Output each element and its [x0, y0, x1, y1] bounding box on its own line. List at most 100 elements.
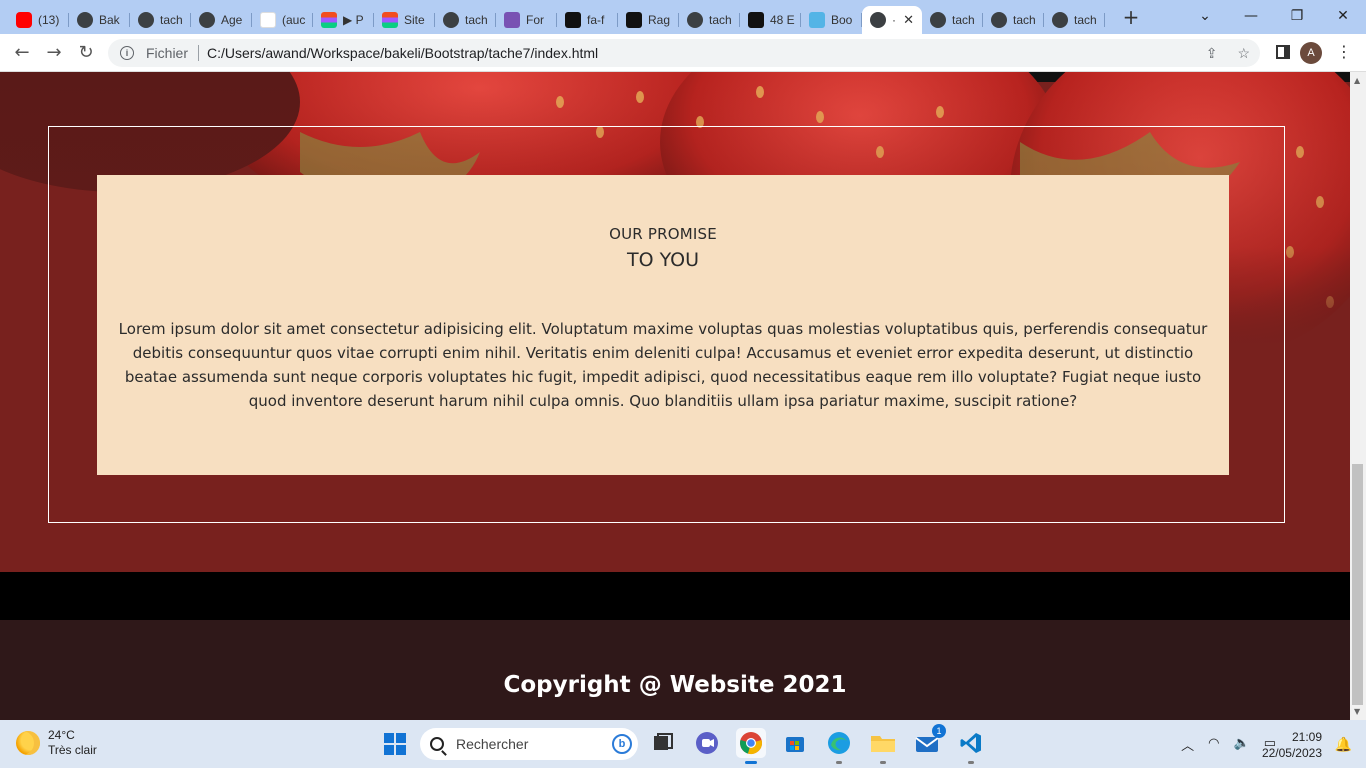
browser-tab[interactable]: For	[496, 6, 557, 34]
scroll-thumb[interactable]	[1352, 464, 1363, 705]
edge-browser-icon[interactable]	[824, 728, 854, 764]
image-icon	[626, 12, 642, 28]
tab-label: For	[526, 13, 544, 27]
tab-label: tach	[1074, 13, 1097, 27]
tab-label: Bak	[99, 13, 120, 27]
tab-label: fa-f	[587, 13, 605, 27]
tab-label: ▶ P	[343, 13, 364, 27]
menu-kebab-icon[interactable]: ⋮	[1336, 42, 1352, 61]
chrome-app-icon[interactable]	[736, 728, 766, 764]
weather-moon-icon	[16, 731, 40, 755]
file-explorer-icon[interactable]	[868, 728, 898, 764]
tab-label: tach	[160, 13, 183, 27]
weather-temp: 24°C	[48, 728, 75, 742]
url-text[interactable]: C:/Users/awand/Workspace/bakeli/Bootstra…	[207, 45, 598, 61]
globe-icon	[138, 12, 154, 28]
start-button[interactable]	[384, 733, 406, 755]
browser-tab[interactable]: Age	[191, 6, 252, 34]
figma-icon	[321, 12, 337, 28]
minimize-button[interactable]: —	[1228, 0, 1274, 32]
bakeli-icon	[77, 12, 93, 28]
browser-tab[interactable]: Rag	[618, 6, 679, 34]
tab-label: tach	[465, 13, 488, 27]
copyright-text: Copyright @ Website 2021	[503, 672, 847, 698]
bing-icon[interactable]: b	[612, 734, 632, 754]
tab-label: ·	[892, 13, 896, 27]
restore-button[interactable]: ❐	[1274, 0, 1320, 32]
omnibox-divider	[198, 45, 200, 61]
tab-label: Age	[221, 13, 243, 27]
mail-app-icon[interactable]: 1	[912, 724, 946, 758]
wifi-icon[interactable]: ◠	[1208, 735, 1219, 754]
tab-label: (auc	[282, 13, 306, 27]
system-clock[interactable]: 21:09 22/05/2023	[1262, 729, 1322, 761]
bookmark-star-icon[interactable]: ☆	[1237, 45, 1250, 62]
mail-badge: 1	[932, 724, 946, 738]
browser-tab[interactable]: Boo	[801, 6, 862, 34]
browser-tab[interactable]: (13)	[8, 6, 69, 34]
browser-tab[interactable]: tach	[130, 6, 191, 34]
browser-tab[interactable]: (auc	[252, 6, 313, 34]
browser-tab[interactable]: 48 E	[740, 6, 801, 34]
promise-body-text: Lorem ipsum dolor sit amet consectetur a…	[118, 320, 1208, 410]
browser-tab[interactable]: Site	[374, 6, 435, 34]
youtube-icon	[16, 12, 32, 28]
browser-tab[interactable]: Bak	[69, 6, 130, 34]
globe-icon	[687, 12, 703, 28]
site-info-icon[interactable]: i	[120, 46, 134, 60]
scroll-up-arrow-icon[interactable]: ▲	[1354, 76, 1360, 85]
reload-button[interactable]: ↻	[70, 37, 102, 69]
browser-tab[interactable]: tach	[983, 6, 1044, 34]
bootstrap-icon	[504, 12, 520, 28]
microsoft-store-icon[interactable]	[780, 728, 810, 758]
browser-tab[interactable]: tach	[435, 6, 496, 34]
browser-tab[interactable]: tach	[922, 6, 983, 34]
tab-label: Rag	[648, 13, 671, 27]
browser-tab[interactable]: · ✕	[862, 6, 922, 34]
new-tab-button[interactable]: +	[1119, 5, 1143, 29]
page-viewport: OUR PROMISE TO YOU Lorem ipsum dolor sit…	[0, 72, 1350, 720]
show-hidden-icons-chevron-icon[interactable]: ︿	[1181, 735, 1194, 754]
promise-heading: TO YOU	[626, 249, 700, 271]
vscode-icon[interactable]	[956, 728, 986, 764]
browser-toolbar: ← → ↻ i Fichier C:/Users/awand/Workspace…	[0, 34, 1366, 72]
forward-button[interactable]: →	[38, 37, 70, 69]
globe-icon	[991, 12, 1007, 28]
page-footer: Copyright @ Website 2021	[0, 620, 1350, 720]
f-icon	[748, 12, 764, 28]
flag-icon	[565, 12, 581, 28]
clock-time: 21:09	[1291, 730, 1322, 744]
weather-widget[interactable]: 24°C Très clair	[16, 728, 97, 758]
browser-tab[interactable]: fa-f	[557, 6, 618, 34]
search-placeholder: Rechercher	[456, 736, 529, 752]
task-view-icon[interactable]	[648, 728, 678, 758]
black-divider-band	[0, 572, 1350, 620]
tab-search-icon[interactable]: ⌄	[1182, 0, 1228, 32]
bd-icon	[809, 12, 825, 28]
teams-chat-icon[interactable]	[692, 728, 722, 758]
browser-tab[interactable]: ▶ P	[313, 6, 374, 34]
tab-label: Site	[404, 13, 425, 27]
scroll-down-arrow-icon[interactable]: ▼	[1354, 707, 1360, 716]
tab-strip: (13) Bak tach Age (auc ▶ P Site tach For fa-f Rag t…	[0, 0, 1366, 34]
scheme-label: Fichier	[146, 45, 189, 61]
share-icon[interactable]: ⇪	[1206, 45, 1218, 62]
profile-avatar[interactable]: A	[1300, 42, 1322, 64]
notification-bell-icon[interactable]: 🔔	[1335, 736, 1352, 753]
browser-tab[interactable]: tach	[679, 6, 740, 34]
side-panel-icon[interactable]	[1276, 45, 1290, 59]
close-tab-icon[interactable]: ✕	[903, 12, 914, 28]
globe-icon	[930, 12, 946, 28]
close-window-button[interactable]: ✕	[1320, 0, 1366, 32]
windows-taskbar: 24°C Très clair Rechercher b 1 ︿ ◠ 🔈 ▭ 2…	[0, 720, 1366, 768]
taskbar-search-box[interactable]: Rechercher b	[420, 728, 638, 760]
address-bar[interactable]: i Fichier C:/Users/awand/Workspace/bakel…	[108, 39, 1260, 67]
tab-label: tach	[709, 13, 732, 27]
browser-tab[interactable]: tach	[1044, 6, 1105, 34]
back-button[interactable]: ←	[6, 37, 38, 69]
globe-icon	[199, 12, 215, 28]
volume-icon[interactable]: 🔈	[1234, 735, 1250, 754]
promise-kicker: OUR PROMISE	[609, 225, 717, 243]
page-scrollbar[interactable]: ▲ ▼	[1350, 72, 1366, 720]
globe-icon	[443, 12, 459, 28]
